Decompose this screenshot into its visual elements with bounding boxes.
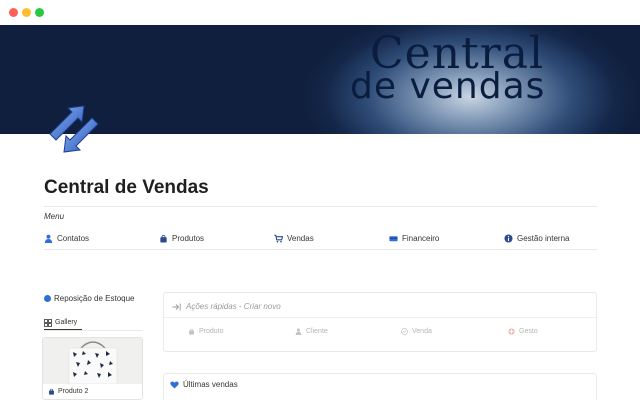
person-icon [44, 234, 53, 243]
create-venda-label: Venda [412, 328, 432, 335]
cover-title: Central de vendas [350, 31, 630, 105]
tab-gallery[interactable]: Gallery [44, 316, 82, 330]
menu-item-gestao-interna[interactable]: Gestão interna [504, 232, 569, 244]
menu-item-contatos[interactable]: Contatos [44, 232, 89, 244]
blue-heart-icon [170, 380, 179, 389]
quick-actions-title: Ações rápidas - Criar novo [172, 302, 281, 311]
close-window-button[interactable] [9, 8, 18, 17]
gallery-card[interactable]: Produto 2 [42, 337, 143, 400]
page-title: Central de Vendas [44, 177, 209, 198]
shopping-bag-icon [160, 234, 167, 243]
create-venda-button[interactable]: Venda [401, 328, 432, 335]
cart-icon [274, 234, 283, 242]
menu-item-produtos[interactable]: Produtos [159, 232, 204, 244]
tab-gallery-label: Gallery [55, 319, 78, 326]
card-title: Produto 2 [48, 388, 88, 395]
emergency-icon [508, 328, 515, 335]
info-icon [504, 233, 513, 243]
minimize-window-button[interactable] [22, 8, 31, 17]
menu-item-label: Vendas [287, 233, 314, 243]
create-produto-button[interactable]: Produto [188, 328, 224, 335]
blue-circle-icon [44, 295, 51, 302]
cart-icon [401, 328, 408, 335]
menu-item-label: Gestão interna [517, 233, 570, 243]
menu-item-financeiro[interactable]: Financeiro [389, 232, 439, 244]
gallery-grid-icon [44, 318, 52, 327]
title-divider [44, 206, 597, 207]
tote-bag-icon [68, 341, 118, 385]
person-icon [295, 328, 302, 335]
cover-title-line2: de vendas [350, 66, 546, 107]
quick-actions-title-text: Ações rápidas - Criar novo [186, 302, 281, 311]
latest-sales-panel: Últimas vendas [163, 373, 597, 400]
latest-sales-title-text: Últimas vendas [183, 380, 238, 389]
create-cliente-label: Cliente [306, 328, 328, 335]
create-cliente-button[interactable]: Cliente [295, 328, 328, 335]
two-blue-arrows-icon[interactable] [46, 104, 102, 154]
maximize-window-button[interactable] [35, 8, 44, 17]
inventory-title: Reposição de Estoque [44, 294, 135, 303]
gallery-divider [44, 330, 143, 331]
product-image [43, 338, 142, 385]
shopping-bag-icon [49, 388, 54, 395]
create-gesto-button[interactable]: Gesto [508, 328, 538, 335]
menu-item-label: Contatos [57, 233, 90, 243]
card-title-text: Produto 2 [58, 388, 89, 395]
menu-item-vendas[interactable]: Vendas [274, 232, 314, 244]
inventory-title-text: Reposição de Estoque [54, 294, 135, 303]
menu-label: Menu [44, 212, 65, 221]
window-titlebar [0, 0, 640, 25]
latest-sales-title: Últimas vendas [170, 380, 238, 389]
bag-icon [189, 328, 194, 335]
money-icon [389, 235, 398, 241]
quick-actions-divider [164, 317, 596, 318]
menu-divider [44, 249, 597, 250]
create-gesto-label: Gesto [519, 328, 538, 335]
quick-actions-panel: Ações rápidas - Criar novo Produto Clien… [163, 292, 597, 352]
create-produto-label: Produto [199, 328, 224, 335]
menu-item-label: Financeiro [402, 233, 440, 243]
menu-item-label: Produtos [172, 233, 205, 243]
arrow-to-bar-icon [172, 303, 181, 310]
